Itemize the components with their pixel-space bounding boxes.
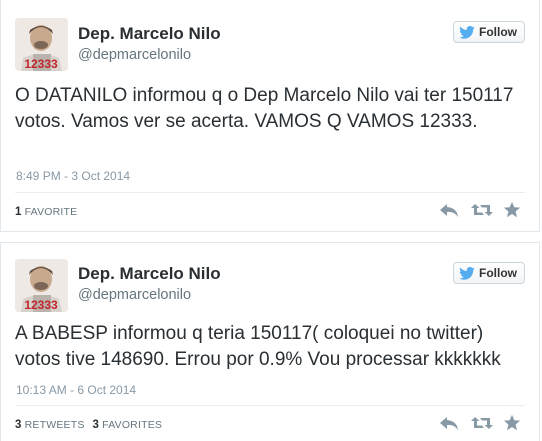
tweet-text: A BABESP informou q teria 150117( coloqu… — [15, 323, 501, 370]
tweet-actions — [439, 414, 523, 432]
favorites-stat[interactable]: 1 FAVORITE — [15, 206, 77, 218]
tweet-stats: 3 RETWEETS 3 FAVORITES — [15, 419, 162, 431]
avatar-badge-text: 12333 — [24, 57, 58, 71]
tweet-text: O DATANILO informou q o Dep Marcelo Nilo… — [15, 85, 514, 132]
divider — [15, 192, 525, 193]
tweet-actions — [439, 201, 523, 219]
reply-icon[interactable] — [439, 201, 459, 219]
favorites-label: FAVORITE — [24, 206, 78, 218]
reply-icon[interactable] — [439, 414, 459, 432]
follow-label: Follow — [479, 266, 517, 280]
favorites-count: 3 — [92, 419, 100, 431]
follow-button[interactable]: Follow — [453, 21, 525, 43]
favorites-label: FAVORITES — [102, 419, 163, 431]
favorite-star-icon[interactable] — [503, 414, 523, 432]
avatar[interactable]: 12333 — [15, 18, 68, 71]
tweet-card-1: 12333 Dep. Marcelo Nilo @depmarcelonilo … — [0, 0, 540, 232]
avatar[interactable]: 12333 — [15, 259, 68, 312]
avatar-badge-text: 12333 — [24, 298, 58, 312]
retweets-count: 3 — [15, 419, 22, 431]
twitter-bird-icon — [459, 25, 475, 39]
follow-button[interactable]: Follow — [453, 262, 525, 284]
twitter-bird-icon — [459, 266, 475, 280]
tweet-timestamp[interactable]: 10:13 AM - 6 Oct 2014 — [16, 383, 136, 397]
author-handle[interactable]: @depmarcelonilo — [78, 287, 191, 303]
retweets-label: RETWEETS — [24, 419, 85, 431]
favorites-count: 1 — [15, 206, 22, 218]
author-handle[interactable]: @depmarcelonilo — [78, 47, 191, 63]
retweets-stat[interactable]: 3 RETWEETS — [15, 419, 85, 431]
follow-label: Follow — [479, 25, 517, 39]
retweet-icon[interactable] — [471, 414, 493, 432]
favorite-star-icon[interactable] — [503, 201, 523, 219]
tweet-card-2: 12333 Dep. Marcelo Nilo @depmarcelonilo … — [0, 242, 540, 441]
author-display-name[interactable]: Dep. Marcelo Nilo — [78, 24, 221, 44]
tweet-timestamp[interactable]: 8:49 PM - 3 Oct 2014 — [16, 169, 130, 183]
divider — [15, 405, 525, 406]
author-display-name[interactable]: Dep. Marcelo Nilo — [78, 264, 221, 284]
tweet-stats: 1 FAVORITE — [15, 206, 77, 218]
favorites-stat[interactable]: 3 FAVORITES — [93, 419, 163, 431]
retweet-icon[interactable] — [471, 201, 493, 219]
